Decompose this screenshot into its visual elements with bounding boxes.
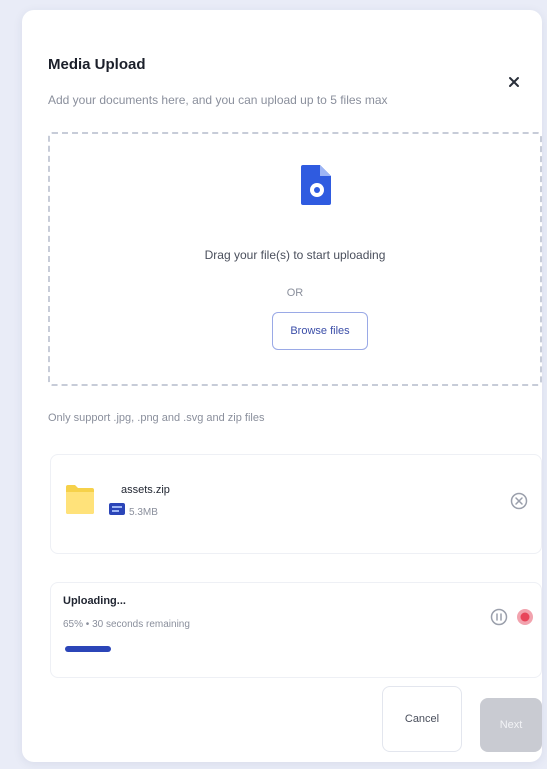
uploaded-file-item: assets.zip 5.3MB <box>50 454 542 554</box>
cancel-upload-icon <box>517 609 533 625</box>
cancel-upload-button[interactable] <box>515 607 535 627</box>
modal-title: Media Upload <box>48 56 146 73</box>
or-separator: OR <box>286 287 304 299</box>
document-upload-icon <box>301 165 331 205</box>
drag-instructions: Drag your file(s) to start uploading <box>204 248 386 262</box>
pause-icon <box>490 608 508 626</box>
pause-upload-button[interactable] <box>489 607 509 627</box>
file-badge-icon <box>109 503 125 515</box>
file-size: 5.3MB <box>129 507 158 518</box>
upload-progress-track <box>65 646 529 652</box>
folder-zip-icon <box>66 485 94 514</box>
browse-files-button[interactable]: Browse files <box>272 312 368 350</box>
modal-subtitle: Add your documents here, and you can upl… <box>48 93 388 107</box>
media-upload-modal: Media Upload Add your documents here, an… <box>22 10 542 762</box>
upload-progress-fill <box>65 646 112 652</box>
remove-file-button[interactable] <box>509 491 529 511</box>
file-name: assets.zip <box>121 484 170 496</box>
close-button[interactable] <box>504 72 524 92</box>
close-icon <box>509 77 519 87</box>
file-dropzone[interactable]: Drag your file(s) to start uploading OR … <box>48 132 542 386</box>
upload-status: Uploading... <box>63 595 126 607</box>
supported-formats-note: Only support .jpg, .png and .svg and zip… <box>48 412 265 424</box>
upload-progress-item: Uploading... 65% • 30 seconds remaining <box>50 582 542 678</box>
upload-detail: 65% • 30 seconds remaining <box>63 619 190 630</box>
cancel-button[interactable]: Cancel <box>382 686 462 752</box>
remove-icon <box>510 492 528 510</box>
next-button[interactable]: Next <box>480 698 542 752</box>
